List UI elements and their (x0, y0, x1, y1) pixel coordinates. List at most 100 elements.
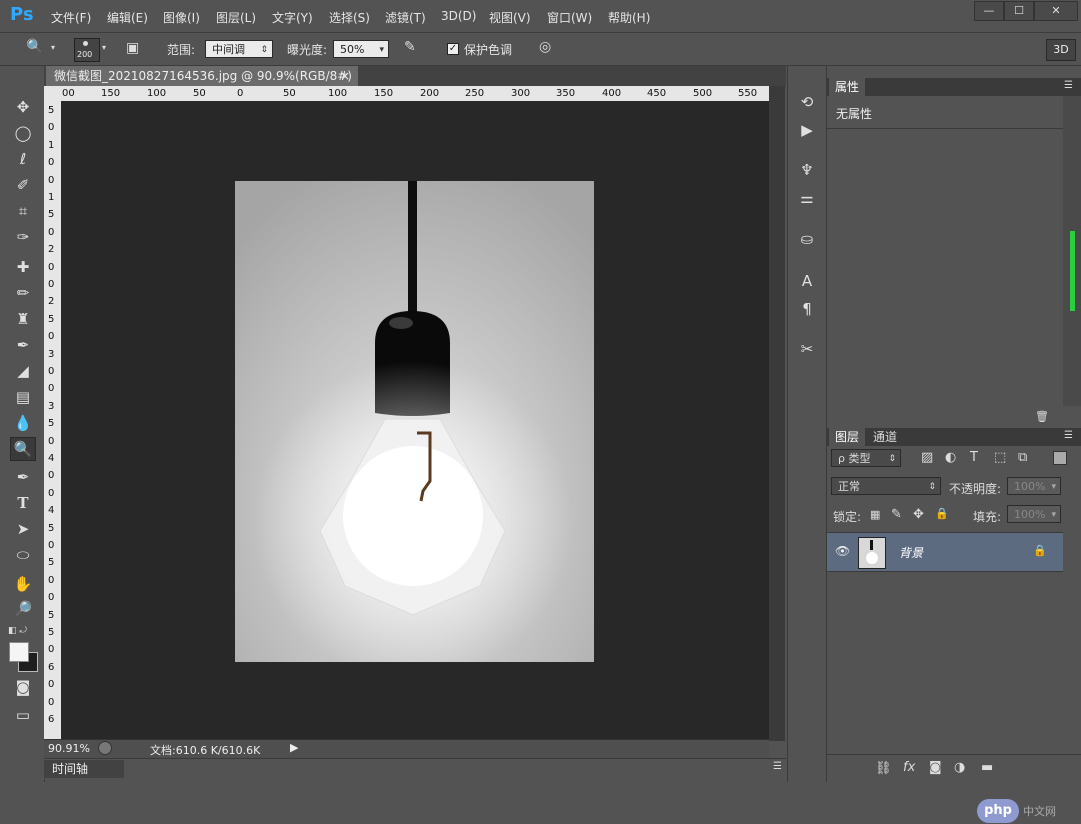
menu-view[interactable]: 视图(V) (489, 9, 531, 26)
menu-window[interactable]: 窗口(W) (547, 9, 592, 26)
menu-select[interactable]: 选择(S) (329, 9, 370, 26)
shape-filter-icon[interactable]: ⬚ (994, 450, 1006, 465)
menu-filter[interactable]: 滤镜(T) (385, 9, 426, 26)
play-icon[interactable]: ▶ (290, 741, 298, 754)
menu-image[interactable]: 图像(I) (163, 9, 200, 26)
adjustment-layer-icon[interactable]: ◑ (954, 760, 965, 775)
brush-settings-icon[interactable]: ⚌ (797, 188, 817, 208)
pressure-icon[interactable]: ◎ (539, 39, 551, 55)
brushes-icon[interactable]: ♆ (797, 160, 817, 180)
crop-tool-icon[interactable]: ⌗ (12, 200, 34, 222)
filter-toggle[interactable] (1053, 451, 1067, 465)
panel-menu-icon[interactable]: ☰ (1064, 80, 1073, 91)
document-image[interactable] (235, 181, 594, 662)
lock-all-icon[interactable]: 🔒 (935, 507, 949, 520)
lasso-tool-icon[interactable]: ℓ (12, 148, 34, 170)
fx-icon[interactable]: fx (903, 760, 915, 775)
move-tool-icon[interactable]: ✥ (12, 96, 34, 118)
eye-icon[interactable]: 👁 (835, 544, 850, 558)
layer-filter-select[interactable]: ρ 类型 ⇕ (831, 449, 901, 467)
brush-tool-icon[interactable]: ✏ (12, 282, 34, 304)
shape-tool-icon[interactable]: ⬭ (12, 544, 34, 566)
quick-mask-icon[interactable]: ◙ (12, 676, 34, 698)
clone-stamp-tool-icon[interactable]: ♜ (12, 308, 34, 330)
layer-name[interactable]: 背景 (899, 544, 923, 561)
add-mask-icon[interactable]: ◙ (929, 760, 942, 775)
zoom-level[interactable]: 90.91% (48, 742, 90, 755)
brush-panel-icon[interactable]: ▣ (126, 40, 139, 56)
3d-workspace-button[interactable]: 3D (1046, 39, 1076, 61)
menu-file[interactable]: 文件(F) (51, 9, 91, 26)
history-icon[interactable]: ⟲ (797, 92, 817, 112)
menu-edit[interactable]: 编辑(E) (107, 9, 148, 26)
lock-transparency-icon[interactable]: ▦ (870, 508, 880, 521)
character-icon[interactable]: A (797, 271, 817, 291)
panel-menu-icon[interactable]: ☰ (773, 761, 782, 772)
trash-icon[interactable]: 🗑 (1035, 410, 1049, 423)
range-select[interactable]: 中间调 ⇕ (205, 40, 273, 58)
history-brush-tool-icon[interactable]: ✒ (12, 334, 34, 356)
canvas-area[interactable] (61, 101, 769, 741)
foreground-color-swatch[interactable] (9, 642, 29, 662)
tab-channels[interactable]: 通道 (867, 428, 903, 446)
dodge-tool-icon[interactable]: 🔍 (26, 39, 43, 55)
menu-help[interactable]: 帮助(H) (608, 9, 650, 26)
maximize-button[interactable]: ☐ (1004, 1, 1034, 21)
hand-tool-icon[interactable]: ✋ (12, 573, 34, 595)
layer-row-background[interactable]: 👁 背景 🔒 (827, 532, 1063, 572)
smart-object-filter-icon[interactable]: ⧉ (1018, 450, 1027, 465)
link-layers-icon[interactable]: ⛓ (875, 761, 892, 776)
minimize-button[interactable]: — (974, 1, 1004, 21)
gradient-tool-icon[interactable]: ▤ (12, 386, 34, 408)
type-tool-icon[interactable]: T (12, 492, 34, 514)
swap-colors-icon[interactable]: ◧ ⤾ (8, 626, 38, 636)
blend-mode-select[interactable]: 正常 ⇕ (831, 477, 941, 495)
eraser-tool-icon[interactable]: ◢ (12, 360, 34, 382)
tab-properties[interactable]: 属性 (829, 78, 866, 96)
close-icon[interactable]: × (340, 66, 350, 86)
share-icon[interactable] (98, 741, 112, 755)
timeline-tab[interactable]: 时间轴 (44, 760, 124, 778)
airbrush-icon[interactable]: ✎ (404, 39, 416, 55)
healing-brush-tool-icon[interactable]: ✚ (12, 256, 34, 278)
type-filter-icon[interactable]: T (970, 450, 978, 465)
chevron-down-icon[interactable]: ▾ (102, 43, 106, 52)
scroll-thumb[interactable] (1070, 231, 1075, 311)
adjustment-filter-icon[interactable]: ◐ (945, 450, 956, 465)
new-group-icon[interactable]: ▬ (981, 760, 993, 775)
lock-position-icon[interactable]: ✥ (913, 507, 924, 522)
menu-3d[interactable]: 3D(D) (441, 9, 476, 23)
opacity-field[interactable]: 100% ▾ (1007, 477, 1061, 495)
pixel-filter-icon[interactable]: ▨ (921, 450, 933, 465)
clone-source-icon[interactable]: ⛀ (797, 229, 817, 249)
dodge-tool-icon[interactable]: 🔍 (10, 437, 36, 461)
watermark: php 中文网 (971, 796, 1061, 824)
close-button[interactable]: ✕ (1034, 1, 1078, 21)
tab-layers[interactable]: 图层 (829, 428, 866, 446)
fill-field[interactable]: 100% ▾ (1007, 505, 1061, 523)
brush-preset-picker[interactable]: 200 (74, 38, 100, 62)
screen-mode-icon[interactable]: ▭ (12, 704, 34, 726)
exposure-field[interactable]: 50% ▾ (333, 40, 389, 58)
ruler-label: 5 (48, 418, 55, 430)
paragraph-icon[interactable]: ¶ (797, 299, 817, 319)
path-select-tool-icon[interactable]: ➤ (12, 518, 34, 540)
lock-pixels-icon[interactable]: ✎ (891, 507, 902, 522)
menu-type[interactable]: 文字(Y) (272, 9, 313, 26)
ruler-origin[interactable] (44, 86, 61, 101)
quick-select-tool-icon[interactable]: ✐ (12, 174, 34, 196)
blur-tool-icon[interactable]: 💧 (12, 412, 34, 434)
zoom-tool-icon[interactable]: 🔎 (12, 598, 34, 620)
pen-tool-icon[interactable]: ✒ (12, 466, 34, 488)
tool-presets-icon[interactable]: ✂ (797, 339, 817, 359)
eyedropper-tool-icon[interactable]: ✑ (12, 226, 34, 248)
menu-layer[interactable]: 图层(L) (216, 9, 256, 26)
document-tab[interactable]: 微信截图_20210827164536.jpg @ 90.9%(RGB/8#) … (46, 66, 358, 103)
vertical-scrollbar[interactable] (769, 86, 785, 741)
properties-scrollbar[interactable] (1063, 96, 1081, 406)
protect-tones-checkbox[interactable]: ✓ (447, 43, 459, 55)
chevron-down-icon[interactable]: ▾ (51, 43, 55, 52)
marquee-tool-icon[interactable]: ◯ (12, 122, 34, 144)
panel-menu-icon[interactable]: ☰ (1064, 430, 1073, 441)
actions-icon[interactable]: ▶ (797, 120, 817, 140)
